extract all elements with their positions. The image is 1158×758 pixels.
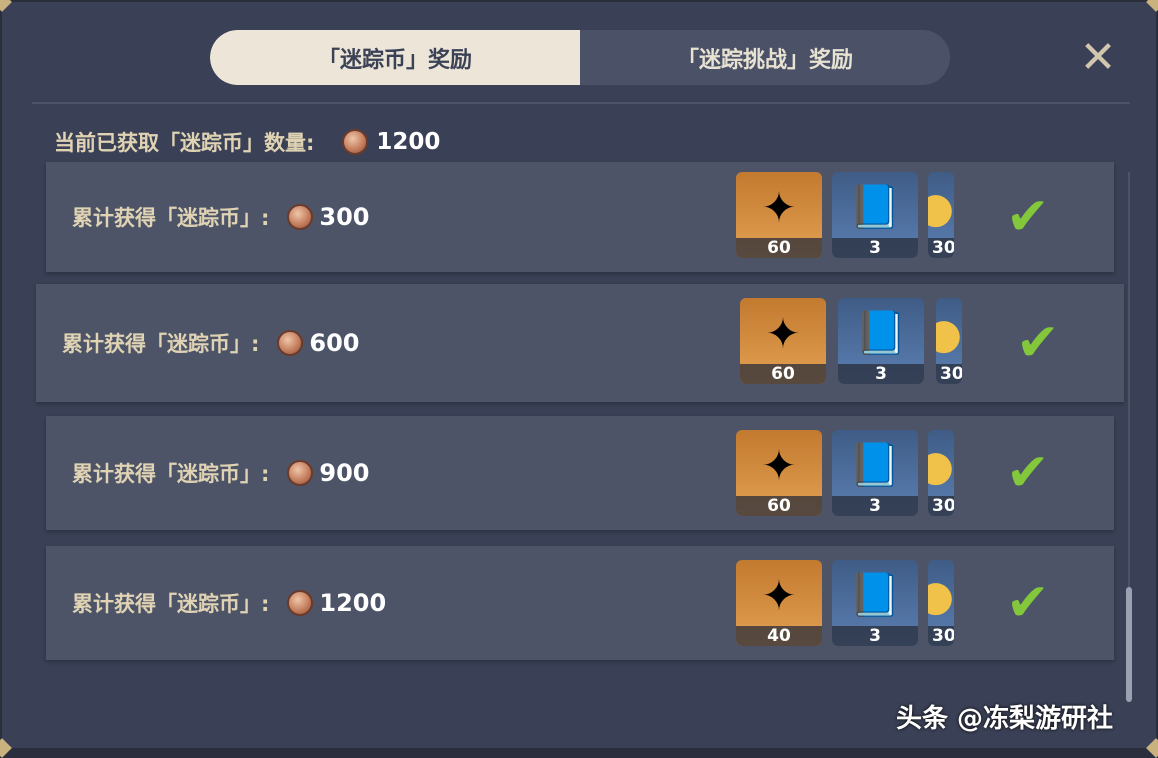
reward-row: 累计获得「迷踪币」: 1200 ✦ 40 📘 3 ● 30 ✔	[46, 546, 1114, 660]
book-icon: 📘	[848, 440, 902, 489]
reward-row: 累计获得「迷踪币」: 900 ✦ 60 📘 3 ● 30 ✔	[46, 416, 1114, 530]
row-label: 累计获得「迷踪币」: 600	[62, 284, 360, 402]
reward-count: 30	[928, 238, 954, 258]
primogem-icon: ✦	[765, 308, 801, 358]
reward-panel: 「迷踪币」奖励 「迷踪挑战」奖励 ✕ 当前已获取「迷踪币」数量: 1200 累计…	[0, 0, 1158, 758]
mora-icon: ●	[928, 570, 954, 620]
coin-icon	[287, 460, 314, 486]
reward-primogem[interactable]: ✦ 60	[736, 430, 822, 516]
reward-count: 40	[736, 626, 822, 646]
claimed-check-icon: ✔	[1006, 187, 1050, 247]
corner-ornament	[1146, 0, 1158, 12]
row-label-text: 累计获得「迷踪币」:	[72, 462, 270, 486]
book-icon: 📘	[848, 182, 902, 231]
reward-row: 累计获得「迷踪币」: 600 ✦ 60 📘 3 ● 30 ✔	[36, 284, 1124, 402]
claimed-check-icon: ✔	[1016, 313, 1060, 373]
current-coin-value: 1200	[376, 129, 441, 155]
reward-count: 60	[740, 364, 826, 384]
coin-icon	[277, 330, 304, 356]
row-label: 累计获得「迷踪币」: 300	[72, 162, 370, 272]
primogem-icon: ✦	[761, 570, 797, 620]
reward-talent-book[interactable]: 📘 3	[832, 172, 918, 258]
current-coin-label: 当前已获取「迷踪币」数量:	[54, 131, 315, 155]
reward-count: 60	[736, 496, 822, 516]
reward-mora[interactable]: ● 30	[928, 560, 954, 646]
divider	[32, 102, 1130, 104]
coin-icon	[287, 590, 314, 616]
corner-ornament	[1146, 738, 1158, 758]
row-label-text: 累计获得「迷踪币」:	[72, 206, 270, 230]
reward-count: 30	[928, 626, 954, 646]
current-coin-count: 当前已获取「迷踪币」数量: 1200	[54, 126, 440, 158]
reward-primogem[interactable]: ✦ 60	[740, 298, 826, 384]
tab-challenge-rewards[interactable]: 「迷踪挑战」奖励	[580, 30, 950, 85]
reward-mora[interactable]: ● 30	[936, 298, 962, 384]
claimed-check-icon: ✔	[1006, 443, 1050, 503]
corner-ornament	[0, 0, 12, 12]
row-label-text: 累计获得「迷踪币」:	[62, 332, 260, 356]
reward-count: 3	[832, 626, 918, 646]
reward-count: 3	[832, 496, 918, 516]
book-icon: 📘	[854, 308, 908, 357]
reward-primogem[interactable]: ✦ 60	[736, 172, 822, 258]
reward-mora[interactable]: ● 30	[928, 172, 954, 258]
reward-count: 60	[736, 238, 822, 258]
reward-talent-book[interactable]: 📘 3	[838, 298, 924, 384]
mora-icon: ●	[936, 308, 962, 358]
row-label: 累计获得「迷踪币」: 1200	[72, 546, 386, 660]
primogem-icon: ✦	[761, 182, 797, 232]
coin-icon	[287, 204, 314, 230]
row-amount: 1200	[319, 589, 387, 617]
close-icon[interactable]: ✕	[1078, 36, 1118, 80]
scrollbar-thumb[interactable]	[1126, 587, 1132, 702]
tab-coin-rewards[interactable]: 「迷踪币」奖励	[210, 30, 580, 85]
reward-count: 30	[936, 364, 962, 384]
scrollbar[interactable]	[1126, 172, 1132, 702]
coin-icon	[342, 129, 369, 155]
reward-primogem[interactable]: ✦ 40	[736, 560, 822, 646]
mora-icon: ●	[928, 440, 954, 490]
claimed-check-icon: ✔	[1006, 573, 1050, 633]
reward-row: 累计获得「迷踪币」: 300 ✦ 60 📘 3 ● 30 ✔	[46, 162, 1114, 272]
reward-talent-book[interactable]: 📘 3	[832, 560, 918, 646]
primogem-icon: ✦	[761, 440, 797, 490]
row-amount: 900	[319, 459, 370, 487]
tab-bar: 「迷踪币」奖励 「迷踪挑战」奖励	[210, 30, 950, 85]
reward-mora[interactable]: ● 30	[928, 430, 954, 516]
row-amount: 600	[309, 329, 360, 357]
book-icon: 📘	[848, 570, 902, 619]
watermark: 头条 @冻梨游研社	[896, 704, 1114, 734]
reward-count: 3	[832, 238, 918, 258]
row-label: 累计获得「迷踪币」: 900	[72, 416, 370, 530]
row-amount: 300	[319, 203, 370, 231]
reward-talent-book[interactable]: 📘 3	[832, 430, 918, 516]
reward-count: 30	[928, 496, 954, 516]
corner-ornament	[0, 738, 12, 758]
row-label-text: 累计获得「迷踪币」:	[72, 592, 270, 616]
mora-icon: ●	[928, 182, 954, 232]
reward-count: 3	[838, 364, 924, 384]
